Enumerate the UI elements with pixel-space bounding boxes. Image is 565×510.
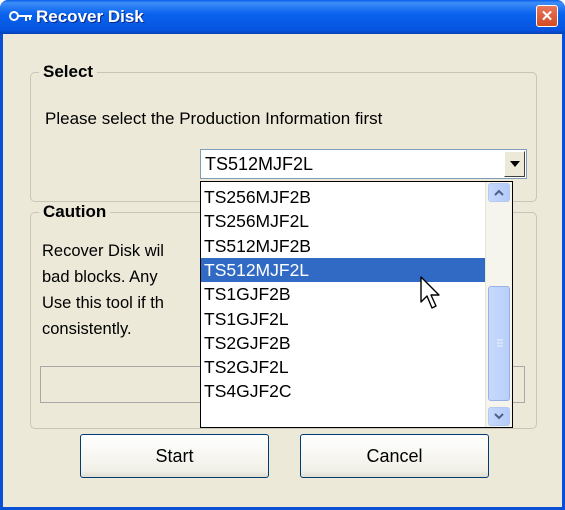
dropdown-option[interactable]: TS256MJF2L	[201, 209, 485, 233]
dropdown-option[interactable]: TS4GJF2C	[201, 379, 485, 403]
caution-line: consistently.	[42, 320, 132, 338]
dropdown-option[interactable]: TS2GJF2L	[201, 355, 485, 379]
scroll-down-button[interactable]	[488, 407, 510, 426]
dropdown-option[interactable]: TS1GJF2B	[201, 282, 485, 306]
mouse-cursor-icon	[420, 276, 440, 309]
product-combo-box[interactable]: TS512MJF2L	[200, 149, 527, 179]
scroll-thumb[interactable]	[488, 286, 510, 401]
caution-group-legend: Caution	[43, 202, 107, 221]
chevron-down-icon	[494, 413, 504, 420]
chevron-down-icon	[509, 161, 520, 167]
dropdown-option[interactable]: TS512MJF2B	[201, 234, 485, 258]
close-button[interactable]: ✕	[536, 5, 558, 27]
dropdown-option[interactable]: TS2GJF2B	[201, 331, 485, 355]
caution-line: Use this tool if th	[42, 294, 164, 312]
caution-line: Recover Disk wil	[42, 242, 164, 260]
dropdown-option[interactable]: TS256MJF2B	[201, 185, 485, 209]
dropdown-option-selected[interactable]: TS512MJF2L	[201, 258, 485, 283]
dropdown-option[interactable]: TS1GJF2L	[201, 307, 485, 331]
title-bar[interactable]: Recover Disk ✕	[0, 0, 565, 34]
caution-line: bad blocks. Any	[42, 268, 158, 286]
start-button[interactable]: Start	[80, 434, 269, 478]
close-icon: ✕	[540, 8, 554, 25]
chevron-up-icon	[494, 189, 504, 196]
grip-icon	[497, 339, 503, 347]
scroll-up-button[interactable]	[488, 183, 510, 202]
select-instruction: Please select the Production Information…	[45, 109, 383, 128]
key-icon	[9, 11, 32, 21]
select-group-legend: Select	[43, 62, 94, 81]
product-dropdown-list[interactable]: TS256MJF2B TS256MJF2L TS512MJF2B TS512MJ…	[200, 181, 513, 428]
dropdown-scrollbar[interactable]	[485, 182, 512, 427]
combo-selected-value: TS512MJF2L	[205, 154, 314, 174]
combo-dropdown-button[interactable]	[504, 151, 525, 177]
window-title: Recover Disk	[36, 7, 144, 26]
cancel-button[interactable]: Cancel	[300, 434, 489, 478]
